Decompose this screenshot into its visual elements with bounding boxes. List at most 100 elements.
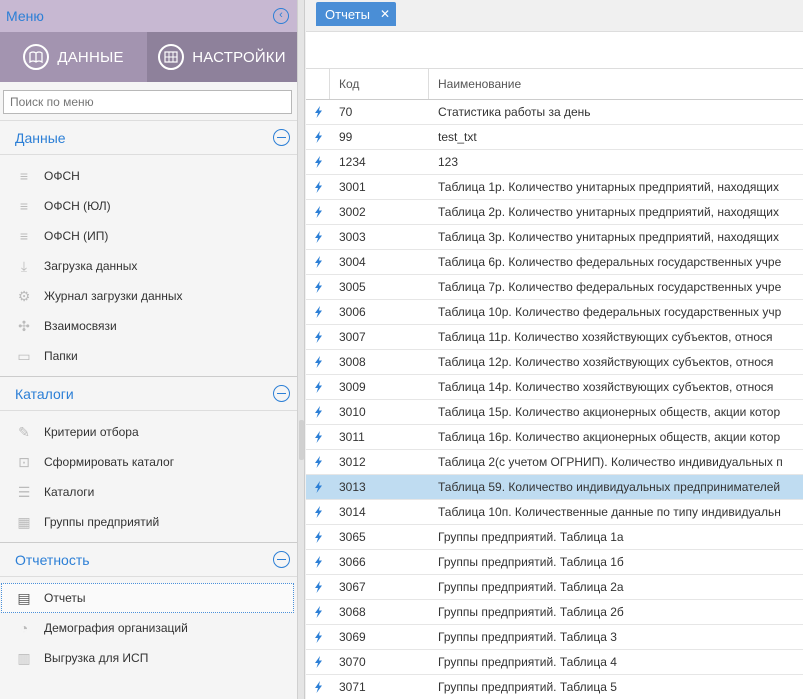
panel-splitter[interactable] xyxy=(298,0,305,699)
lightning-icon[interactable] xyxy=(306,531,330,543)
lightning-icon[interactable] xyxy=(306,406,330,418)
column-header-code[interactable]: Код xyxy=(330,69,429,99)
section-reports-header[interactable]: Отчетность xyxy=(0,543,297,577)
cell-code: 3004 xyxy=(339,255,366,269)
menu-item-label: Загрузка данных xyxy=(44,259,138,273)
collapse-menu-icon[interactable]: ‹ xyxy=(273,8,289,24)
cell-name: Таблица 6р. Количество федеральных госуд… xyxy=(438,255,782,269)
menu-item-ofsn[interactable]: ≡ ОФСН xyxy=(0,161,297,191)
table-row[interactable]: 3006 Таблица 10р. Количество федеральных … xyxy=(306,300,803,325)
lightning-icon[interactable] xyxy=(306,481,330,493)
lightning-icon[interactable] xyxy=(306,656,330,668)
cell-code: 3070 xyxy=(339,655,366,669)
menu-item-catalogs[interactable]: ☰ Каталоги xyxy=(0,477,297,507)
menu-item-reports[interactable]: ▤ Отчеты xyxy=(1,583,294,613)
column-header-name[interactable]: Наименование xyxy=(429,69,803,99)
close-icon[interactable]: ✕ xyxy=(380,7,390,21)
lightning-icon[interactable] xyxy=(306,456,330,468)
table-row[interactable]: 3008 Таблица 12р. Количество хозяйствующи… xyxy=(306,350,803,375)
section-data-header[interactable]: Данные xyxy=(0,121,297,155)
lightning-icon[interactable] xyxy=(306,281,330,293)
cell-name: test_txt xyxy=(438,130,477,144)
table-row[interactable]: 3001 Таблица 1р. Количество унитарных пре… xyxy=(306,175,803,200)
table-row[interactable]: 70 Статистика работы за день xyxy=(306,100,803,125)
menu-item-demography[interactable]: ◔ Демография организаций xyxy=(0,613,297,643)
collapse-section-icon[interactable] xyxy=(273,551,290,568)
tab-reports[interactable]: Отчеты ✕ xyxy=(316,2,396,26)
menu-item-label: Выгрузка для ИСП xyxy=(44,651,149,665)
table-row[interactable]: 3009 Таблица 14р. Количество хозяйствующи… xyxy=(306,375,803,400)
menu-item-ofsn-ip[interactable]: ≡ ОФСН (ИП) xyxy=(0,221,297,251)
lightning-icon[interactable] xyxy=(306,106,330,118)
cell-code: 3066 xyxy=(339,555,366,569)
lightning-icon[interactable] xyxy=(306,556,330,568)
download-icon: ⤓ xyxy=(20,257,28,274)
lightning-icon[interactable] xyxy=(306,381,330,393)
table-row[interactable]: 3067 Группы предприятий. Таблица 2а xyxy=(306,575,803,600)
lightning-icon[interactable] xyxy=(306,581,330,593)
menu-header: Меню ‹ xyxy=(0,0,297,32)
table-row[interactable]: 3011 Таблица 16р. Количество акционерных … xyxy=(306,425,803,450)
table-row[interactable]: 3065 Группы предприятий. Таблица 1а xyxy=(306,525,803,550)
lightning-icon[interactable] xyxy=(306,506,330,518)
cell-name: Группы предприятий. Таблица 5 xyxy=(438,680,617,694)
lightning-icon[interactable] xyxy=(306,431,330,443)
table-row[interactable]: 3004 Таблица 6р. Количество федеральных г… xyxy=(306,250,803,275)
table-row[interactable]: 3010 Таблица 15р. Количество акционерных … xyxy=(306,400,803,425)
lightning-icon[interactable] xyxy=(306,356,330,368)
lightning-icon[interactable] xyxy=(306,156,330,168)
menu-item-isp-export[interactable]: ▥ Выгрузка для ИСП xyxy=(0,643,297,673)
lightning-icon[interactable] xyxy=(306,231,330,243)
splitter-grip[interactable] xyxy=(299,420,304,460)
table-row[interactable]: 3002 Таблица 2р. Количество унитарных пре… xyxy=(306,200,803,225)
menu-item-label: Взаимосвязи xyxy=(44,319,117,333)
table-row[interactable]: 3013 Таблица 59. Количество индивидуальны… xyxy=(306,475,803,500)
menu-item-upload-log[interactable]: ⚙ Журнал загрузки данных xyxy=(0,281,297,311)
lightning-icon[interactable] xyxy=(306,256,330,268)
grid-header: Код Наименование xyxy=(306,69,803,100)
lightning-icon[interactable] xyxy=(306,181,330,193)
menu-item-selection-criteria[interactable]: ✎ Критерии отбора xyxy=(0,417,297,447)
table-row[interactable]: 99 test_txt xyxy=(306,125,803,150)
menu-item-ofsn-ul[interactable]: ≡ ОФСН (ЮЛ) xyxy=(0,191,297,221)
section-catalogs-header[interactable]: Каталоги xyxy=(0,377,297,411)
menu-item-data-upload[interactable]: ⤓ Загрузка данных xyxy=(0,251,297,281)
list-icon: ☰ xyxy=(17,483,31,500)
menu-item-relations[interactable]: ✣ Взаимосвязи xyxy=(0,311,297,341)
lightning-icon[interactable] xyxy=(306,131,330,143)
cell-name: Таблица 59. Количество индивидуальных пр… xyxy=(438,480,781,494)
table-row[interactable]: 3014 Таблица 10п. Количественные данные п… xyxy=(306,500,803,525)
edit-icon: ✎ xyxy=(18,423,30,440)
tab-data[interactable]: ДАННЫЕ xyxy=(0,32,147,82)
database-icon: ≡ xyxy=(19,228,29,244)
table-row[interactable]: 3069 Группы предприятий. Таблица 3 xyxy=(306,625,803,650)
cell-code: 3006 xyxy=(339,305,366,319)
lightning-icon[interactable] xyxy=(306,306,330,318)
table-row[interactable]: 3005 Таблица 7р. Количество федеральных г… xyxy=(306,275,803,300)
collapse-section-icon[interactable] xyxy=(273,385,290,402)
table-row[interactable]: 3066 Группы предприятий. Таблица 1б xyxy=(306,550,803,575)
table-row[interactable]: 3003 Таблица 3р. Количество унитарных пре… xyxy=(306,225,803,250)
lightning-icon[interactable] xyxy=(306,206,330,218)
lightning-icon[interactable] xyxy=(306,681,330,693)
table-row[interactable]: 3012 Таблица 2(с учетом ОГРНИП). Количест… xyxy=(306,450,803,475)
cell-code: 3068 xyxy=(339,605,366,619)
lightning-icon[interactable] xyxy=(306,331,330,343)
menu-search-input[interactable] xyxy=(3,90,292,114)
lightning-icon[interactable] xyxy=(306,631,330,643)
lightning-icon[interactable] xyxy=(306,606,330,618)
menu-item-build-catalog[interactable]: ⊡ Сформировать каталог xyxy=(0,447,297,477)
menu-item-folders[interactable]: ▭ Папки xyxy=(0,341,297,371)
table-row[interactable]: 3007 Таблица 11р. Количество хозяйствующи… xyxy=(306,325,803,350)
cell-code: 3009 xyxy=(339,380,366,394)
tab-settings[interactable]: НАСТРОЙКИ xyxy=(147,32,297,82)
collapse-section-icon[interactable] xyxy=(273,129,290,146)
cell-code: 3069 xyxy=(339,630,366,644)
table-row[interactable]: 3070 Группы предприятий. Таблица 4 xyxy=(306,650,803,675)
grid-body: 70 Статистика работы за день 99 test_txt 123… xyxy=(306,100,803,699)
table-row[interactable]: 3068 Группы предприятий. Таблица 2б xyxy=(306,600,803,625)
table-row[interactable]: 1234 123 xyxy=(306,150,803,175)
table-row[interactable]: 3071 Группы предприятий. Таблица 5 xyxy=(306,675,803,699)
cell-name: Таблица 7р. Количество федеральных госуд… xyxy=(438,280,782,294)
menu-item-enterprise-groups[interactable]: ▦ Группы предприятий xyxy=(0,507,297,537)
